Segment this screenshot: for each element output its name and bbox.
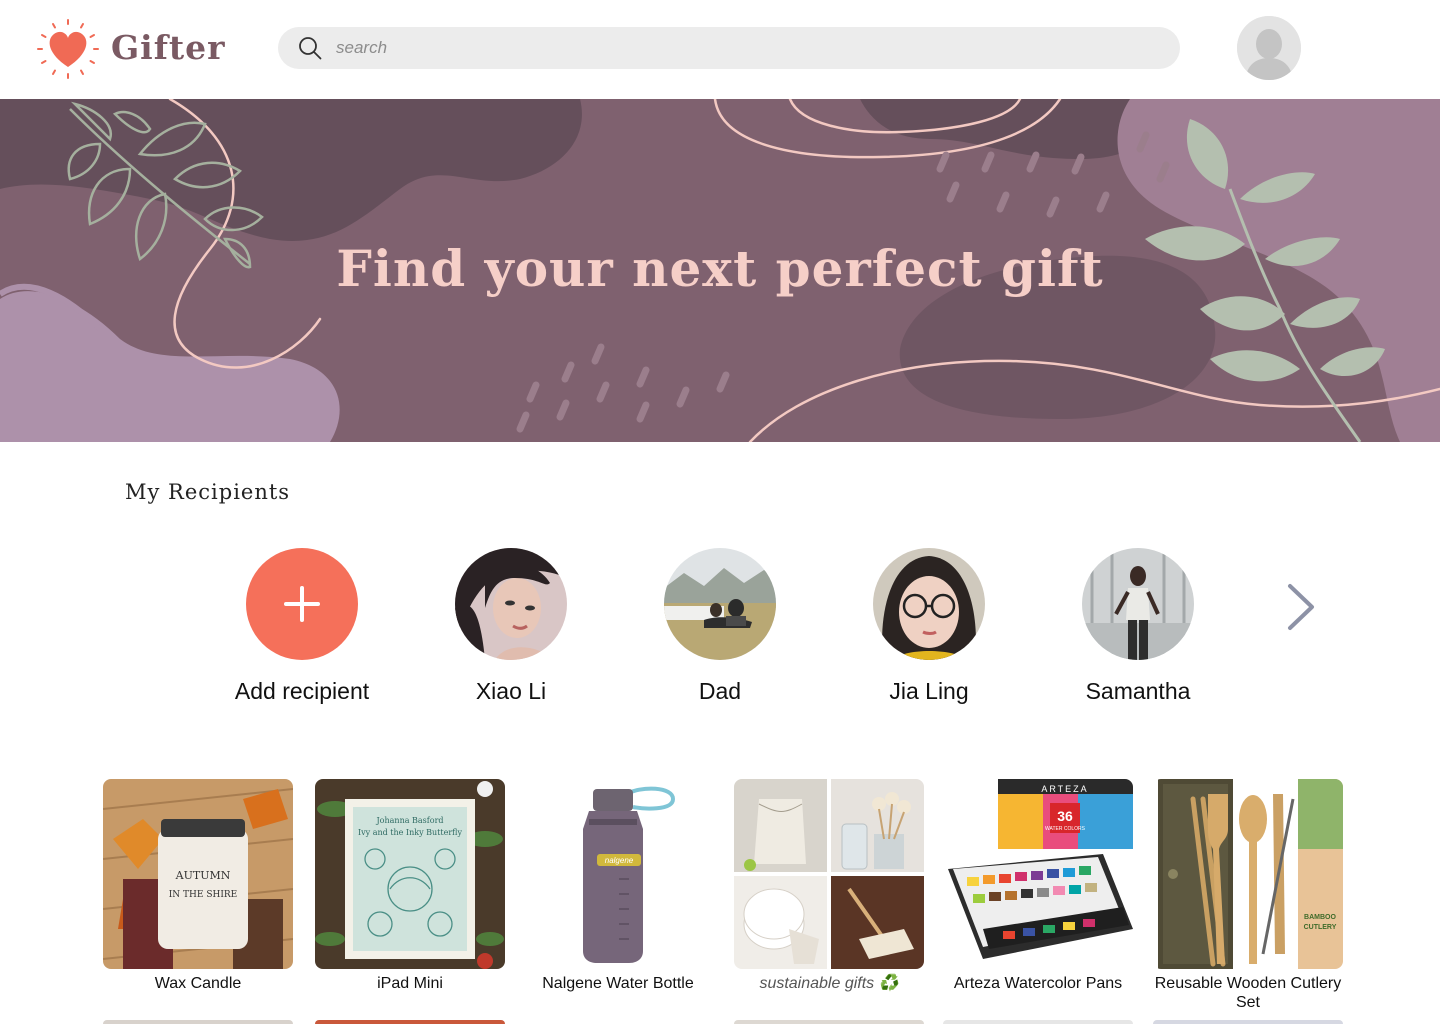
box-brand: ARTEZA — [1041, 784, 1088, 794]
recipient-name: Samantha — [1085, 678, 1191, 704]
product-image[interactable]: AUTUMN IN THE SHIRE — [103, 779, 293, 969]
recipient-photo[interactable] — [455, 548, 567, 660]
product-card-peek — [943, 1020, 1133, 1024]
product-card-sustainable-gifts[interactable]: sustainable gifts ♻️ — [734, 779, 924, 993]
recipient-name: Jia Ling — [889, 678, 969, 704]
recipient-card-jia-ling[interactable]: Jia Ling — [839, 548, 1019, 705]
search-bar[interactable] — [278, 27, 1180, 69]
heart-icon[interactable] — [36, 18, 100, 80]
search-icon — [299, 37, 322, 60]
user-avatar-icon[interactable] — [1237, 16, 1301, 80]
product-card-peek — [734, 1020, 924, 1024]
pack-text-line-1: BAMBOO — [1304, 914, 1336, 921]
product-card-nalgene-water-bottle[interactable]: nalgene Nalgene Water Bottle — [523, 779, 713, 993]
add-recipient-button[interactable]: Add recipient — [212, 548, 392, 705]
add-recipient-circle[interactable] — [246, 548, 358, 660]
recipient-card-samantha[interactable]: Samantha — [1048, 548, 1228, 705]
hero-banner: Find your next perfect gift — [0, 99, 1440, 442]
recipient-card-xiao-li[interactable]: Xiao Li — [421, 548, 601, 705]
book-author: Johanna Basford — [375, 816, 443, 825]
product-label: sustainable gifts ♻️ — [759, 975, 899, 992]
product-card-peek — [315, 1020, 505, 1024]
product-label: iPad Mini — [377, 975, 443, 992]
product-image[interactable]: BAMBOO CUTLERY — [1153, 779, 1343, 969]
box-count: 36 — [1057, 808, 1073, 824]
recipient-card-dad[interactable]: Dad — [630, 548, 810, 705]
product-card-wax-candle[interactable]: AUTUMN IN THE SHIRE Wax Candle — [103, 779, 293, 993]
product-image[interactable]: ARTEZA 36 WATER COLORS — [943, 779, 1133, 969]
product-card-arteza-watercolor-pans[interactable]: ARTEZA 36 WATER COLORS Arteza Watercolor… — [943, 779, 1133, 993]
product-label: Reusable Wooden Cutlery Set — [1154, 975, 1342, 1011]
recipient-photo[interactable] — [1082, 548, 1194, 660]
product-card-ipad-mini[interactable]: Johanna Basford Ivy and the Inky Butterf… — [315, 779, 505, 993]
recipient-name: Xiao Li — [475, 678, 547, 704]
product-card-peek — [103, 1020, 293, 1024]
pack-text-line-2: CUTLERY — [1304, 924, 1337, 931]
product-image[interactable] — [734, 779, 924, 969]
product-image[interactable]: Johanna Basford Ivy and the Inky Butterf… — [315, 779, 505, 969]
bottle-brand: nalgene — [605, 856, 634, 865]
product-label: Wax Candle — [154, 975, 242, 992]
recipient-photo[interactable] — [664, 548, 776, 660]
box-text: WATER COLORS — [1045, 826, 1086, 832]
candle-label-line-2: IN THE SHIRE — [169, 890, 238, 900]
brand-name[interactable]: Gifter — [111, 28, 226, 67]
product-card-peek — [1153, 1020, 1343, 1024]
product-card-reusable-wooden-cutlery-set[interactable]: BAMBOO CUTLERY Reusable Wooden Cutlery S… — [1153, 779, 1343, 1012]
plus-icon — [284, 586, 320, 622]
product-label: Arteza Watercolor Pans — [953, 975, 1123, 992]
product-image[interactable]: nalgene — [523, 779, 713, 969]
search-input[interactable] — [336, 33, 1156, 63]
chevron-right-icon[interactable] — [1282, 582, 1318, 632]
recipient-name: Dad — [698, 678, 742, 704]
candle-label-line-1: AUTUMN — [175, 869, 231, 882]
recipient-name: Add recipient — [234, 678, 370, 704]
top-bar: Gifter — [0, 0, 1440, 99]
section-title-recipients: My Recipients — [125, 480, 291, 504]
hero-title: Find your next perfect gift — [336, 239, 1104, 298]
book-title: Ivy and the Inky Butterfly — [358, 828, 463, 837]
product-label: Nalgene Water Bottle — [542, 975, 694, 992]
recipient-photo[interactable] — [873, 548, 985, 660]
